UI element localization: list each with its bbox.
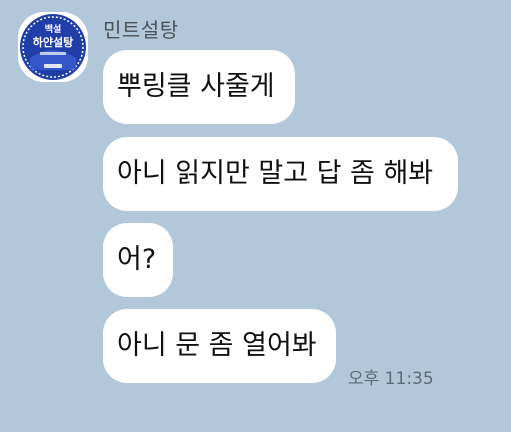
sender-name: 민트설탕 (103, 18, 179, 42)
message-timestamp: 오후 11:35 (348, 369, 434, 389)
svg-text:백설: 백설 (45, 23, 62, 35)
message-bubble[interactable]: 아니 읽지만 말고 답 좀 해봐 (103, 137, 458, 211)
chat-room: 백설 하얀설탕 민트설탕 뿌링클 사줄게 아니 읽지만 말고 답 좀 해봐 어?… (0, 0, 511, 432)
sender-avatar[interactable]: 백설 하얀설탕 (18, 12, 88, 82)
message-bubble[interactable]: 어? (103, 223, 173, 297)
message-bubble[interactable]: 아니 문 좀 열어봐 (103, 309, 336, 383)
message-bubble[interactable]: 뿌링클 사줄게 (103, 50, 295, 124)
svg-text:하얀설탕: 하얀설탕 (33, 35, 73, 49)
sugar-package-icon: 백설 하얀설탕 (18, 12, 88, 82)
